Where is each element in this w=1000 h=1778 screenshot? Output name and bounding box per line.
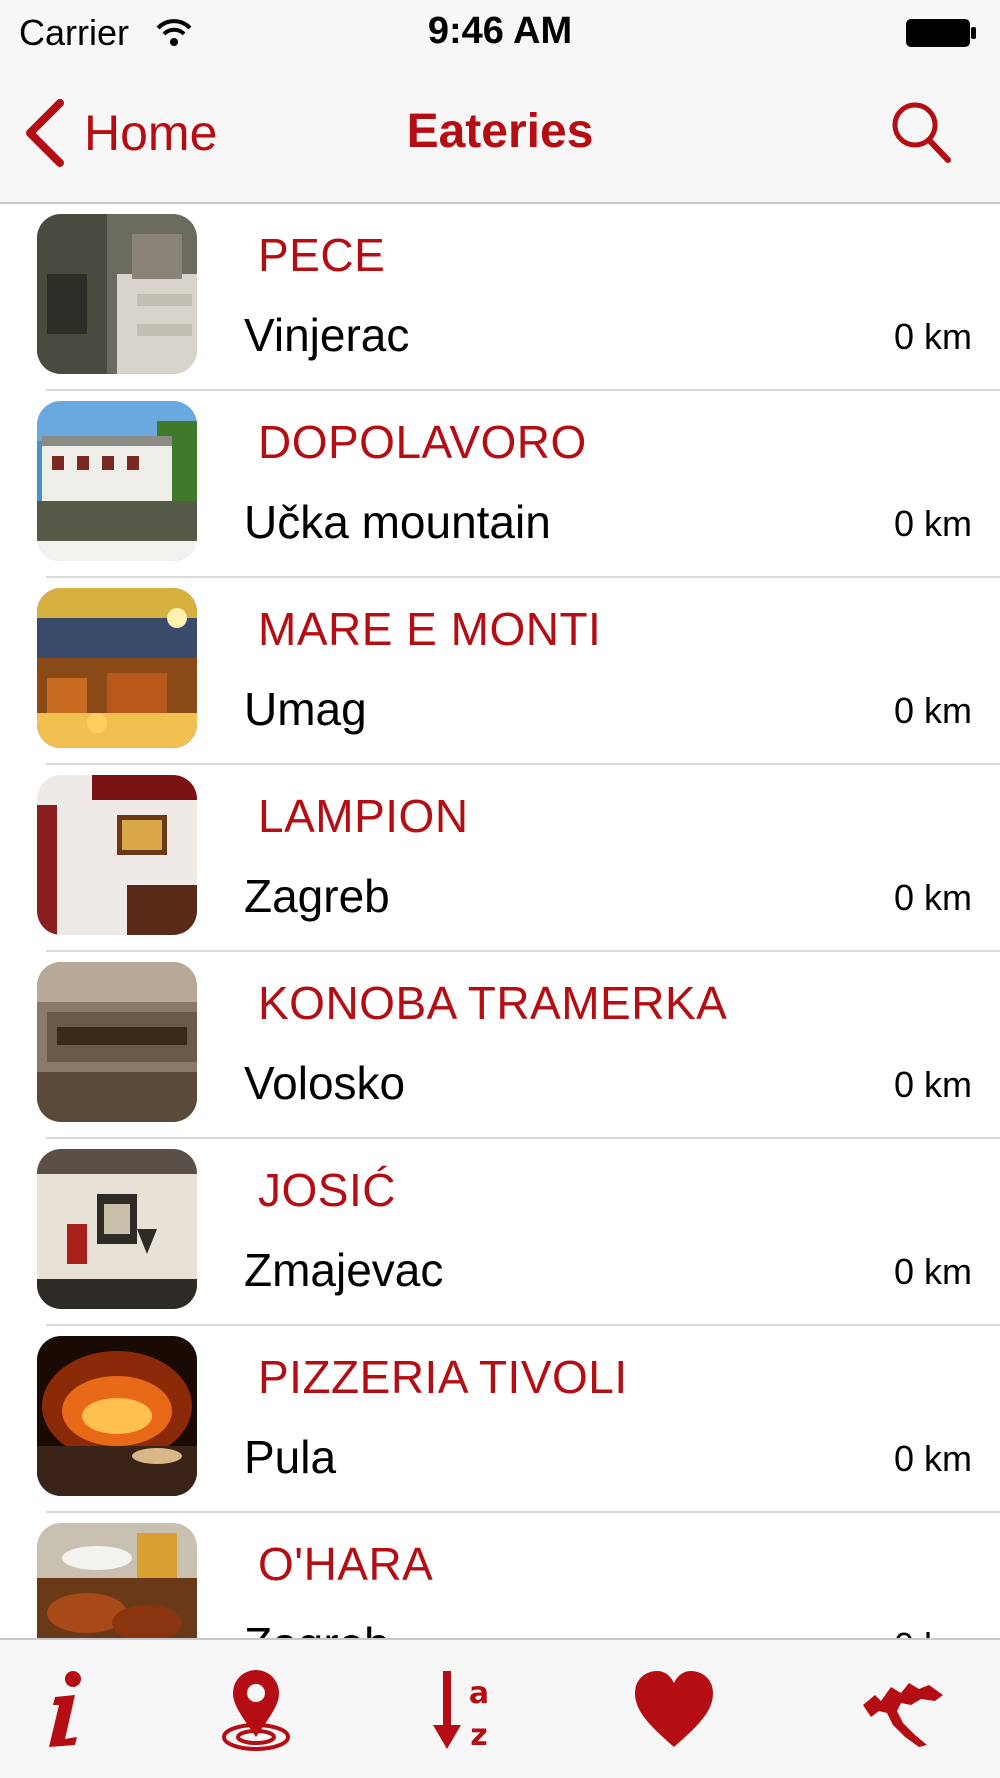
eatery-location: Zagreb [244,870,390,922]
eatery-distance: 0 km [893,503,972,544]
tab-favorites[interactable] [624,1660,724,1760]
eatery-location: Vinjerac [244,309,410,361]
tab-bar: a z [0,1638,1000,1778]
list-item[interactable]: PECE Vinjerac 0 km [0,204,1000,391]
tab-info[interactable] [16,1660,116,1760]
list-item[interactable]: KONOBA TRAMERKA Volosko 0 km [0,952,1000,1139]
eatery-location: Volosko [244,1057,406,1109]
svg-text:a: a [469,1676,489,1711]
eatery-location: Učka mountain [244,496,551,548]
eatery-thumbnail [37,214,197,374]
eatery-thumbnail [37,775,197,935]
eatery-distance: 0 km [893,877,972,918]
page-title: Eateries [406,105,594,158]
eatery-location: Zagreb [244,1617,390,1638]
search-icon[interactable] [888,98,954,166]
map-pin-icon [222,1670,290,1751]
list-item[interactable]: MARE E MONTI Umag 0 km [0,578,1000,765]
list-item[interactable]: JOSIĆ Zmajevac 0 km [0,1139,1000,1326]
croatia-map-icon [863,1683,943,1747]
eatery-distance: 0 km [893,316,972,357]
eatery-thumbnail [37,1149,197,1309]
navigation-bar: Home Eateries [0,68,1000,204]
tab-map[interactable] [206,1660,306,1760]
info-icon [49,1671,81,1747]
eateries-list[interactable]: PECE Vinjerac 0 km DOPOLAVORO Učka mount… [0,204,1000,1638]
eatery-distance: 0 km [893,1251,972,1292]
list-item[interactable]: PIZZERIA TIVOLI Pula 0 km [0,1326,1000,1513]
eatery-thumbnail [37,1523,197,1638]
eatery-location: Pula [244,1431,337,1483]
eatery-distance: 0 km [893,1064,972,1105]
eatery-distance: 0 km [893,690,972,731]
list-item[interactable]: DOPOLAVORO Učka mountain 0 km [0,391,1000,578]
eatery-name: JOSIĆ [258,1164,396,1216]
eatery-name: LAMPION [258,790,469,842]
tab-sort[interactable]: a z [416,1660,516,1760]
eatery-name: KONOBA TRAMERKA [258,977,728,1029]
list-item[interactable]: O'HARA Zagreb 0 km [0,1513,1000,1638]
eatery-location: Zmajevac [244,1244,444,1296]
eatery-name: PIZZERIA TIVOLI [258,1351,628,1403]
list-item[interactable]: LAMPION Zagreb 0 km [0,765,1000,952]
status-time: 9:46 AM [427,10,573,52]
svg-text:z: z [470,1718,487,1753]
eatery-name: MARE E MONTI [258,603,602,655]
eatery-name: O'HARA [258,1538,434,1590]
sort-az-icon: a z [433,1671,489,1753]
status-bar: Carrier 9:46 AM [0,0,1000,68]
tab-croatia[interactable] [852,1660,952,1760]
eatery-location: Umag [244,683,367,735]
eatery-name: PECE [258,229,386,281]
eatery-thumbnail [37,962,197,1122]
eatery-distance: 0 km [894,1625,972,1638]
eatery-thumbnail [37,588,197,748]
eatery-thumbnail [37,1336,197,1496]
eatery-name: DOPOLAVORO [258,416,587,468]
heart-icon [635,1671,713,1747]
eatery-thumbnail [37,401,197,561]
eatery-distance: 0 km [893,1438,972,1479]
battery-icon [906,19,976,47]
